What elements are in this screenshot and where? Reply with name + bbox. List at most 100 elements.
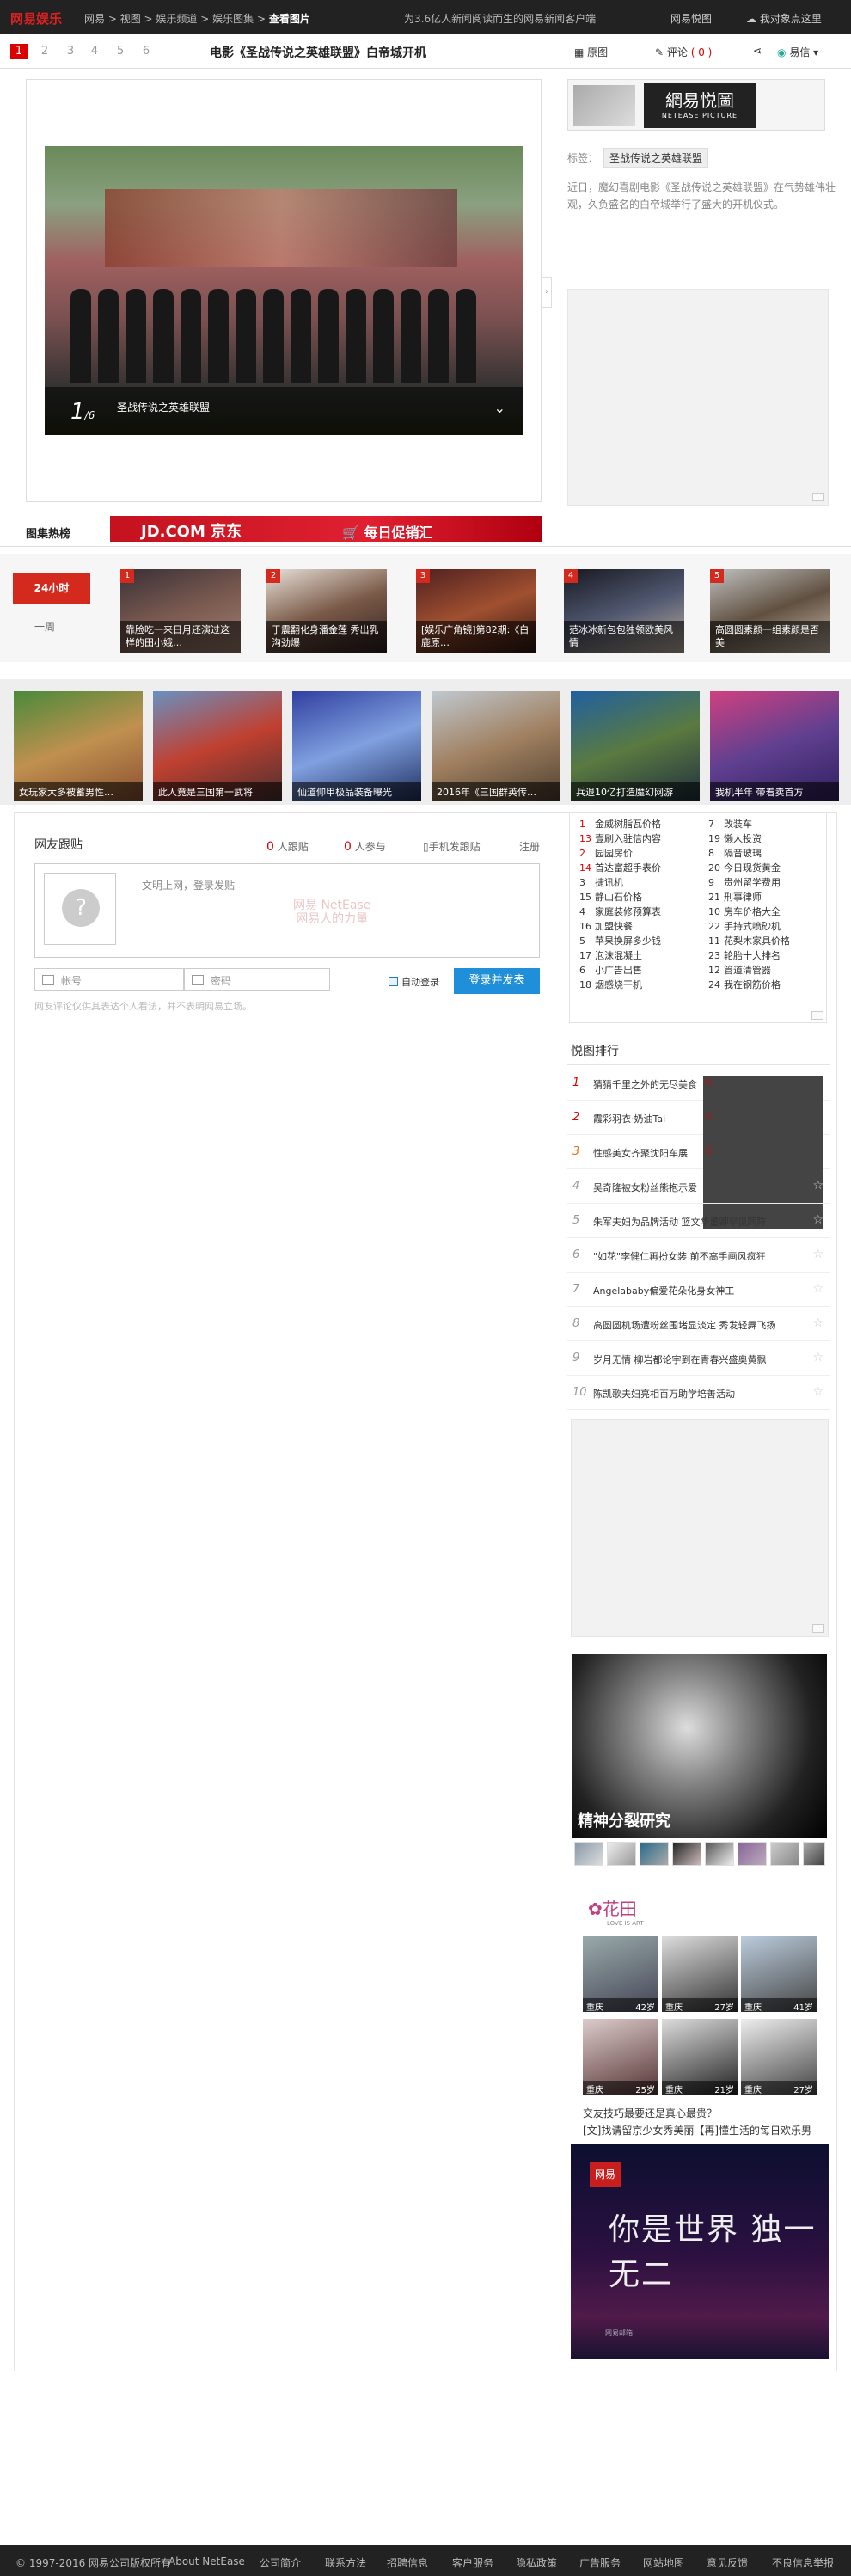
hot-item[interactable]: 5 高圆圆素颜一组素颜是否美 [710,569,830,653]
strip-item[interactable]: 仙道仰甲极品装备曝光 [292,691,421,801]
footer-link[interactable]: 公司简介 [260,2555,301,2570]
site-logo[interactable]: 网易娱乐 [10,9,62,28]
jd-banner-ad[interactable]: JD.COM 京东 🛒 每日促销汇 [110,516,542,542]
keyword-item[interactable]: 17 泡沫混凝土 [579,948,704,962]
star-icon[interactable]: ☆ [812,1282,823,1296]
feature-thumb[interactable] [705,1842,734,1866]
footer-link[interactable]: 不良信息举报 [772,2555,834,2570]
register-link[interactable]: 注册 [519,839,540,854]
keyword-item[interactable]: 20 今日现货黄金 [708,861,833,874]
share-button[interactable]: ⋖ [753,45,762,57]
hot-item[interactable]: 2 于震翻化身潘金莲 秀出乳沟劲爆 [266,569,387,653]
strip-item[interactable]: 2016年《三国群英传… [432,691,560,801]
feature-thumb[interactable] [607,1842,636,1866]
profile-card[interactable]: 重庆 27岁 [662,1936,738,2012]
star-icon[interactable]: ☆ [812,1248,823,1261]
strip-item[interactable]: 此人竟是三国第一武将 [153,691,282,801]
keyword-item[interactable]: 23 轮胎十大排名 [708,948,833,962]
comment-button[interactable]: ✎ 评论 ( 0 ) [655,45,712,59]
huatian-logo[interactable]: ✿花田 LOVE IS ART [588,1895,644,1927]
find-partner-link[interactable]: ☁ 我对象点这里 [746,11,822,26]
netease-picture-brand[interactable]: 網易悦圖 NETEASE PICTURE [567,79,825,131]
feature-thumb[interactable] [738,1842,767,1866]
page-3[interactable]: 3 [62,44,79,59]
strip-item[interactable]: 兵退10亿打造魔幻网游 [571,691,700,801]
star-icon[interactable]: ☆ [812,1213,823,1227]
keyword-item[interactable]: 16 加盟快餐 [579,919,704,933]
star-icon[interactable]: ☆ [812,1351,823,1365]
keyword-item[interactable]: 2 园园房价 [579,846,704,860]
keyword-item[interactable]: 11 花梨木家具价格 [708,934,833,948]
comment-count[interactable]: 0 人跟贴 [266,839,309,854]
breadcrumb-item[interactable]: 视图 [120,13,141,25]
keyword-item[interactable]: 10 房车价格大全 [708,905,833,918]
popular-item[interactable]: 10 陈凯歌夫妇亮相百万助学培善活动 ☆ [567,1376,830,1410]
comment-input-box[interactable]: ? 文明上网，登录发贴 网易 NetEase 网易人的力量 [34,863,540,958]
tab-week[interactable]: 一周 [34,619,55,634]
popular-item[interactable]: 7 Angelababy偏爱花朵化身女神工 ☆ [567,1273,830,1307]
headline-link[interactable]: 为3.6亿人新闻阅读而生的网易新闻客户端 [404,11,596,26]
popular-item[interactable]: 9 岁月无情 柳岩都论宇到在青春兴盛奥黄飘 ☆ [567,1341,830,1376]
keyword-item[interactable]: 1 金威树脂瓦价格 [579,817,704,831]
keyword-item[interactable]: 4 家庭装修预算表 [579,905,704,918]
feature-thumb[interactable] [803,1842,825,1866]
breadcrumb-item[interactable]: 娱乐频道 [156,13,197,25]
footer-link[interactable]: 客户服务 [452,2555,493,2570]
keyword-item[interactable]: 13 壹刷入驻信内容 [579,831,704,845]
profile-card[interactable]: 重庆 25岁 [583,2019,658,2095]
keyword-item[interactable]: 9 贵州留学费用 [708,875,833,889]
profile-card[interactable]: 重庆 21岁 [662,2019,738,2095]
mobile-comment-link[interactable]: ▯手机发跟贴 [423,839,481,854]
strip-item[interactable]: 女玩家大多被蓄男性… [14,691,143,801]
mail-ad[interactable]: 网易 你是世界 独一无二 网易邮箱 [571,2144,829,2359]
popular-item[interactable]: 3 性感美女齐聚沈阳车展 ☆ [567,1135,830,1229]
login-submit-button[interactable]: 登录并发表 [454,968,540,994]
star-icon[interactable]: ☆ [812,1316,823,1330]
participant-count[interactable]: 0 人参与 [344,839,386,854]
feature-thumb[interactable] [770,1842,799,1866]
ad-slot[interactable] [567,289,829,506]
footer-link[interactable]: 联系方法 [325,2555,366,2570]
huatian-article-link[interactable]: [文]找请留京少女秀美丽【再]懂生活的每日欢乐男 [583,2125,811,2137]
feature-thumb[interactable] [574,1842,603,1866]
main-photo[interactable]: 1/6 圣战传说之英雄联盟 ⌄ [45,146,523,435]
profile-card[interactable]: 重庆 41岁 [741,1936,817,2012]
hot-item[interactable]: 4 范冰冰新包包独领欧美风情 [564,569,684,653]
keyword-item[interactable]: 3 捷讯机 [579,875,704,889]
password-input[interactable]: 密码 [184,968,330,991]
footer-link[interactable]: 隐私政策 [516,2555,557,2570]
feature-thumb[interactable] [640,1842,669,1866]
footer-link[interactable]: 广告服务 [579,2555,621,2570]
keyword-item[interactable]: 22 手持式喷砂机 [708,919,833,933]
popular-item[interactable]: 6 "如花"李健仁再扮女装 前不高手画风疯狂 ☆ [567,1238,830,1273]
huatian-question-link[interactable]: 交友技巧最要还是真心最贵？ [583,2107,717,2119]
ad-slot[interactable] [571,1419,829,1637]
account-input[interactable]: 帐号 [34,968,184,991]
tab-24h[interactable]: 24小时 [13,573,90,604]
keyword-item[interactable]: 5 苹果换屏多少钱 [579,934,704,948]
profile-card[interactable]: 重庆 27岁 [741,2019,817,2095]
popular-item[interactable]: 8 高圆圆机场遭粉丝围堵显淡定 秀发轻舞飞扬 ☆ [567,1307,830,1341]
hot-item[interactable]: 1 靠脸吃一来日月还演过这样的田小娥… [120,569,241,653]
chevron-down-icon[interactable]: ⌄ [494,400,505,416]
star-icon[interactable]: ☆ [812,1179,823,1193]
keyword-item[interactable]: 19 懒人投资 [708,831,833,845]
footer-link[interactable]: 招聘信息 [387,2555,428,2570]
tab-gallery-hot[interactable]: 图集热榜 [26,524,70,541]
profile-card[interactable]: 重庆 42岁 [583,1936,658,2012]
next-arrow-icon[interactable]: › [542,277,552,308]
psychology-feature[interactable]: 精神分裂研究 [572,1654,827,1838]
keyword-item[interactable]: 6 小广告出售 [579,963,704,977]
page-2[interactable]: 2 [36,44,53,59]
auto-login-checkbox[interactable]: 自动登录 [389,975,439,989]
tag-link[interactable]: 圣战传说之英雄联盟 [603,148,709,168]
netease-pictures-link[interactable]: 网易悦图 [670,11,712,26]
footer-link[interactable]: 意见反馈 [707,2555,748,2570]
footer-link[interactable]: 网站地图 [643,2555,684,2570]
keyword-item[interactable]: 12 管道清管器 [708,963,833,977]
keyword-item[interactable]: 24 我在钢筋价格 [708,978,833,991]
keyword-item[interactable]: 21 刑事律师 [708,890,833,904]
page-5[interactable]: 5 [112,44,129,59]
breadcrumb-item[interactable]: 娱乐图集 [212,13,254,25]
keyword-item[interactable]: 7 改装车 [708,817,833,831]
